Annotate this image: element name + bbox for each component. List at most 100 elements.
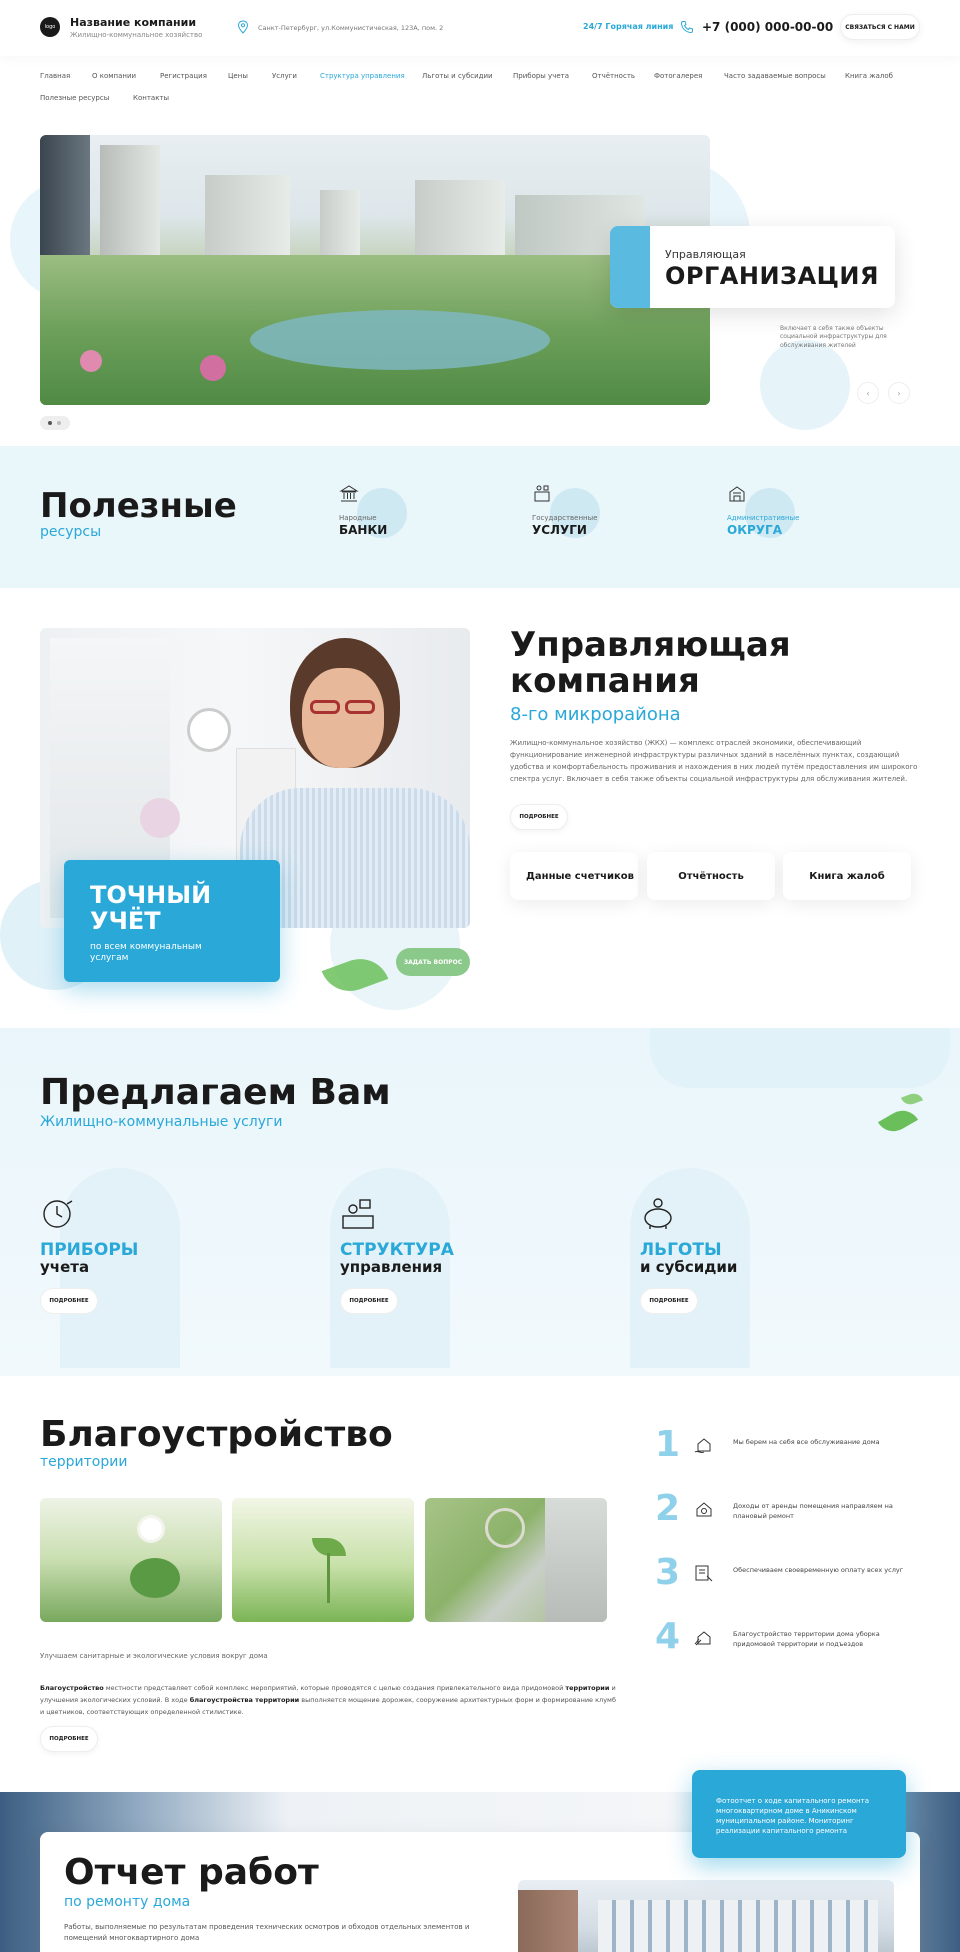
tree: [200, 355, 226, 381]
decor-shape: [650, 1028, 950, 1088]
nav-item[interactable]: Контакты: [133, 94, 169, 102]
step-text: Доходы от аренды помещения направляем на…: [733, 1502, 893, 1520]
hero-title-card: Управляющая ОРГАНИЗАЦИЯ: [610, 226, 895, 308]
report-building-photo: [518, 1880, 894, 1952]
nav-item[interactable]: Отчётность: [592, 72, 635, 80]
landscaping-more-button[interactable]: ПОДРОБНЕЕ: [40, 1726, 98, 1752]
landscaping-title: Благоустройство: [40, 1414, 393, 1455]
slider-prev-button[interactable]: ‹: [857, 382, 879, 404]
service-more-button[interactable]: ПОДРОБНЕЕ: [40, 1288, 98, 1314]
step-item: 4 Благоустройство территории дома уборка…: [655, 1616, 925, 1666]
nav-item[interactable]: Структура управления: [320, 72, 405, 80]
resource-services[interactable]: Государственные УСЛУГИ: [532, 484, 652, 544]
nav-item[interactable]: Цены: [228, 72, 248, 80]
company-more-button[interactable]: ПОДРОБНЕЕ: [510, 804, 568, 830]
nav-item[interactable]: Часто задаваемые вопросы: [724, 72, 826, 80]
bold-term: территории: [565, 1684, 610, 1692]
building: [598, 1900, 878, 1952]
hero-card-accent: [610, 226, 650, 308]
accurate-accounting-card: ТОЧНЫЙ УЧЁТ по всем коммунальным услугам: [64, 860, 280, 982]
service-title-accent: СТРУКТУРА: [340, 1240, 454, 1260]
service-title-accent: ПРИБОРЫ: [40, 1240, 139, 1260]
nav-item[interactable]: Регистрация: [160, 72, 207, 80]
service-more-button[interactable]: ПОДРОБНЕЕ: [340, 1288, 398, 1314]
wall-clock: [187, 708, 231, 752]
step-number: 2: [655, 1488, 681, 1529]
flower: [140, 1518, 162, 1540]
service-meters: ПРИБОРЫ учета ПОДРОБНЕЕ: [40, 1196, 240, 1316]
step-item: 1 Мы берем на себя все обслуживание дома: [655, 1424, 925, 1474]
hero-card-pretitle: Управляющая: [665, 248, 746, 261]
meter-data-card[interactable]: Данные счетчиков: [510, 852, 638, 900]
resource-big-label: УСЛУГИ: [532, 523, 587, 537]
company-description: Жилищно-коммунальное хозяйство (ЖКХ) — к…: [510, 739, 918, 783]
person-face: [302, 668, 384, 768]
bank-icon: [339, 485, 359, 502]
contact-us-button[interactable]: СВЯЗАТЬСЯ С НАМИ: [840, 14, 920, 40]
house-hands-icon: [694, 1438, 711, 1454]
resource-districts[interactable]: Административные ОКРУГА: [727, 484, 847, 544]
slider-dot[interactable]: [57, 421, 61, 425]
resource-big-label: ОКРУГА: [727, 523, 782, 537]
ask-question-button[interactable]: ЗАДАТЬ ВОПРОС: [396, 948, 470, 976]
company-name[interactable]: Название компании: [70, 16, 196, 29]
roundabout: [485, 1508, 525, 1548]
phone-number[interactable]: +7 (000) 000-00-00: [702, 20, 833, 34]
glasses-right: [345, 700, 375, 714]
landscaping-description: Благоустройство местности представляет с…: [40, 1682, 620, 1718]
nav-item[interactable]: Фотогалерея: [654, 72, 702, 80]
services-title: Предлагаем Вам: [40, 1072, 391, 1113]
location-pin-icon: [237, 20, 249, 34]
nav-item[interactable]: Полезные ресурсы: [40, 94, 109, 102]
district-icon: [729, 486, 745, 502]
landscaping-photo-flower: [40, 1498, 222, 1622]
step-text: Благоустройство территории дома уборка п…: [733, 1630, 880, 1648]
logo[interactable]: logo: [40, 17, 60, 37]
building: [545, 1498, 607, 1622]
step-text: Мы берем на себя все обслуживание дома: [733, 1438, 880, 1446]
complaints-card[interactable]: Книга жалоб: [783, 852, 911, 900]
address: Санкт-Петербург, ул.Коммунистическая, 12…: [258, 24, 444, 32]
services-subtitle: Жилищно-коммунальные услуги: [40, 1114, 283, 1130]
report-description: Работы, выполняемые по результатам прове…: [64, 1923, 470, 1943]
glasses-left: [310, 700, 340, 714]
hero-card-title: ОРГАНИЗАЦИЯ: [665, 262, 879, 290]
nav-item[interactable]: Услуги: [272, 72, 297, 80]
step-number: 1: [655, 1424, 681, 1465]
pond: [250, 310, 550, 370]
landscaping-subtitle: территории: [40, 1454, 128, 1470]
slider-dot-active[interactable]: [48, 421, 52, 425]
building: [205, 175, 290, 265]
service-title: учета: [40, 1258, 90, 1276]
reports-card[interactable]: Отчётность: [647, 852, 775, 900]
nav-item[interactable]: Книга жалоб: [845, 72, 893, 80]
flower: [140, 798, 180, 838]
nav-item[interactable]: Льготы и субсидии: [422, 72, 493, 80]
payment-icon: [695, 1565, 713, 1582]
resource-big-label: БАНКИ: [339, 523, 388, 537]
phone-icon: [680, 21, 693, 34]
nav-item[interactable]: Главная: [40, 72, 70, 80]
slider-dots[interactable]: [40, 416, 70, 430]
service-title: управления: [340, 1258, 443, 1276]
step-text: Обеспечиваем своевременную оплату всех у…: [733, 1566, 904, 1574]
resource-small-label: Государственные: [532, 514, 598, 522]
tree: [80, 350, 102, 372]
company-subtitle: 8-го микрорайона: [510, 704, 681, 725]
resource-banks[interactable]: Народные БАНКИ: [339, 484, 459, 544]
piggy-bank-icon: [644, 1198, 672, 1229]
text-part: местности представляет собой комплекс ме…: [103, 1684, 566, 1692]
photo-report-card[interactable]: Фотоотчет о ходе капитального ремонта мн…: [692, 1770, 906, 1858]
slider-next-button[interactable]: ›: [888, 382, 910, 404]
resources-title: Полезные: [40, 486, 237, 526]
stem: [327, 1553, 330, 1603]
accounting-card-title: ТОЧНЫЙ УЧЁТ: [90, 881, 212, 936]
nav-item[interactable]: Приборы учета: [513, 72, 569, 80]
hero-description: Включает в себя также объекты социальной…: [780, 325, 887, 349]
site-header: logo Название компании Жилищно-коммуналь…: [0, 0, 960, 56]
service-more-button[interactable]: ПОДРОБНЕЕ: [640, 1288, 698, 1314]
nav-item[interactable]: О компании: [92, 72, 136, 80]
building: [320, 190, 360, 260]
report-title: Отчет работ: [64, 1852, 319, 1893]
logo-text: logo: [44, 24, 56, 30]
